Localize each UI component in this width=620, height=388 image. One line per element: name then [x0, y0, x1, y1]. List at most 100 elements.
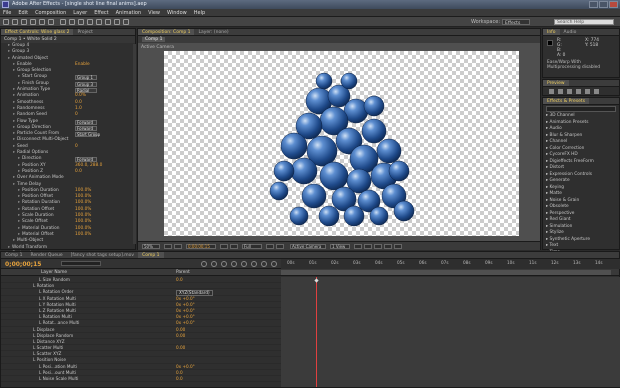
- effect-property-label: Rotation Duration: [22, 200, 60, 206]
- current-time-display[interactable]: 0;00;00;15: [186, 243, 216, 249]
- minimize-button[interactable]: [589, 1, 598, 8]
- show-channel-icon[interactable]: [230, 243, 238, 249]
- play-icon[interactable]: [567, 89, 572, 94]
- current-time-indicator[interactable]: [316, 277, 317, 387]
- ram-preview-icon[interactable]: [594, 89, 599, 94]
- roto-brush-tool-icon[interactable]: [114, 19, 120, 25]
- timeline-property-row[interactable]: L Noise Scale Multi 0.0: [1, 376, 281, 383]
- timeline-property-label: L Posi...ount Multi: [39, 369, 77, 375]
- tab-layer[interactable]: Layer: (none): [194, 29, 232, 35]
- pan-behind-tool-icon[interactable]: [48, 19, 54, 25]
- type-tool-icon[interactable]: [78, 19, 84, 25]
- preview-panel: Preview: [542, 79, 620, 96]
- puppet-tool-icon[interactable]: [123, 19, 129, 25]
- brainstorm-icon[interactable]: [251, 261, 257, 267]
- comp-mini-flowchart-icon[interactable]: [201, 261, 207, 267]
- menu-composition[interactable]: Composition: [35, 9, 66, 16]
- last-frame-icon[interactable]: [585, 89, 590, 94]
- layer-name-column[interactable]: Layer Name: [41, 269, 67, 276]
- tab-audio[interactable]: Audio: [560, 29, 581, 35]
- blue-sphere: [376, 138, 402, 164]
- timeline-tab[interactable]: [fancy shot tags setup].mov: [67, 252, 138, 258]
- tab-info[interactable]: Info: [543, 29, 560, 35]
- work-area-bar[interactable]: [281, 270, 611, 275]
- menu-file[interactable]: File: [3, 9, 11, 16]
- region-of-interest-icon[interactable]: [266, 243, 274, 249]
- flowchart-icon[interactable]: [384, 243, 392, 249]
- prev-frame-icon[interactable]: [558, 89, 563, 94]
- timeline-property-label: L Position Noise: [33, 357, 66, 363]
- timeline-column-header: Layer Name Parent: [1, 269, 619, 276]
- keyframe-icon[interactable]: [314, 277, 319, 283]
- tab-composition[interactable]: Composition: Comp 1: [138, 29, 195, 35]
- menu-effect[interactable]: Effect: [94, 9, 108, 16]
- magnification-select[interactable]: 50%: [142, 243, 160, 249]
- timeline-search-input[interactable]: [61, 261, 101, 266]
- menu-window[interactable]: Window: [167, 9, 187, 16]
- resolution-select[interactable]: Full: [242, 243, 262, 249]
- fast-previews-icon[interactable]: [364, 243, 372, 249]
- hand-tool-icon[interactable]: [12, 19, 18, 25]
- menu-view[interactable]: View: [148, 9, 160, 16]
- timeline-tab[interactable]: Comp 1: [138, 252, 164, 258]
- parent-column[interactable]: Parent: [176, 269, 190, 276]
- timeline-tab[interactable]: Comp 1: [1, 252, 26, 258]
- draft-3d-icon[interactable]: [211, 261, 217, 267]
- timeline-track-area[interactable]: [281, 277, 620, 387]
- maximize-button[interactable]: [599, 1, 608, 8]
- grid-icon[interactable]: [174, 243, 182, 249]
- tab-preview[interactable]: Preview: [543, 80, 569, 86]
- effect-property-dropdown[interactable]: Forward: [75, 157, 97, 163]
- menu-help[interactable]: Help: [194, 9, 205, 16]
- rectangle-tool-icon[interactable]: [60, 19, 66, 25]
- camera-tool-icon[interactable]: [39, 19, 45, 25]
- view-layout-select[interactable]: 1 View: [330, 243, 350, 249]
- shy-layers-icon[interactable]: [221, 261, 227, 267]
- snapshot-icon[interactable]: [220, 243, 228, 249]
- tab-effect-controls[interactable]: Effect Controls: Wine glass 2: [1, 29, 74, 35]
- first-frame-icon[interactable]: [549, 89, 554, 94]
- tab-effects-presets[interactable]: Effects & Presets: [543, 98, 590, 104]
- effects-search-input[interactable]: [546, 106, 616, 112]
- next-frame-icon[interactable]: [576, 89, 581, 94]
- pen-tool-icon[interactable]: [69, 19, 75, 25]
- effect-property-dropdown[interactable]: Group 1: [75, 75, 97, 81]
- blue-sphere: [315, 72, 333, 90]
- timeline-property-value[interactable]: 0.0: [176, 376, 183, 382]
- time-ruler[interactable]: 00s 01s 02s 03s 04s 05s 06s 07s 08s 09s 10s 11s 12s 1…: [281, 259, 620, 269]
- camera-view-select[interactable]: Active Camera: [290, 243, 326, 249]
- toggle-pixel-aspect-icon[interactable]: [354, 243, 362, 249]
- menu-edit[interactable]: Edit: [18, 9, 28, 16]
- menu-animation[interactable]: Animation: [116, 9, 142, 16]
- timeline-icon[interactable]: [374, 243, 382, 249]
- selection-tool-icon[interactable]: [3, 19, 9, 25]
- timeline-timecode[interactable]: 0;00;00;15: [5, 261, 41, 268]
- menu-layer[interactable]: Layer: [73, 9, 87, 16]
- effect-property-dropdown[interactable]: Start Group: [75, 132, 100, 138]
- eraser-tool-icon[interactable]: [105, 19, 111, 25]
- auto-keyframe-icon[interactable]: [261, 261, 267, 267]
- transparency-grid-icon[interactable]: [276, 243, 284, 249]
- effect-property-dropdown[interactable]: Forward: [75, 125, 97, 131]
- exposure-icon[interactable]: [394, 243, 402, 249]
- graph-editor-icon[interactable]: [271, 261, 277, 267]
- effect-property-label: Animation Type: [17, 87, 51, 93]
- effect-controls-scrollbar[interactable]: [133, 44, 136, 244]
- effect-property-dropdown[interactable]: Group 3: [75, 81, 97, 87]
- safe-zones-icon[interactable]: [164, 243, 172, 249]
- close-button[interactable]: [609, 1, 618, 8]
- brush-tool-icon[interactable]: [87, 19, 93, 25]
- timeline-tab[interactable]: Render Queue: [26, 252, 66, 258]
- frame-blending-icon[interactable]: [231, 261, 237, 267]
- workspace-select[interactable]: Effects: [502, 19, 530, 26]
- rotate-tool-icon[interactable]: [30, 19, 36, 25]
- search-help-input[interactable]: Search Help: [554, 19, 614, 25]
- clone-stamp-tool-icon[interactable]: [96, 19, 102, 25]
- tab-project[interactable]: Project: [73, 29, 96, 35]
- zoom-tool-icon[interactable]: [21, 19, 27, 25]
- motion-blur-icon[interactable]: [241, 261, 247, 267]
- blue-sphere: [280, 132, 308, 160]
- effect-property-dropdown[interactable]: Forward: [75, 119, 97, 125]
- composition-canvas[interactable]: [164, 51, 519, 236]
- comp-subtab[interactable]: Comp 1: [142, 37, 166, 42]
